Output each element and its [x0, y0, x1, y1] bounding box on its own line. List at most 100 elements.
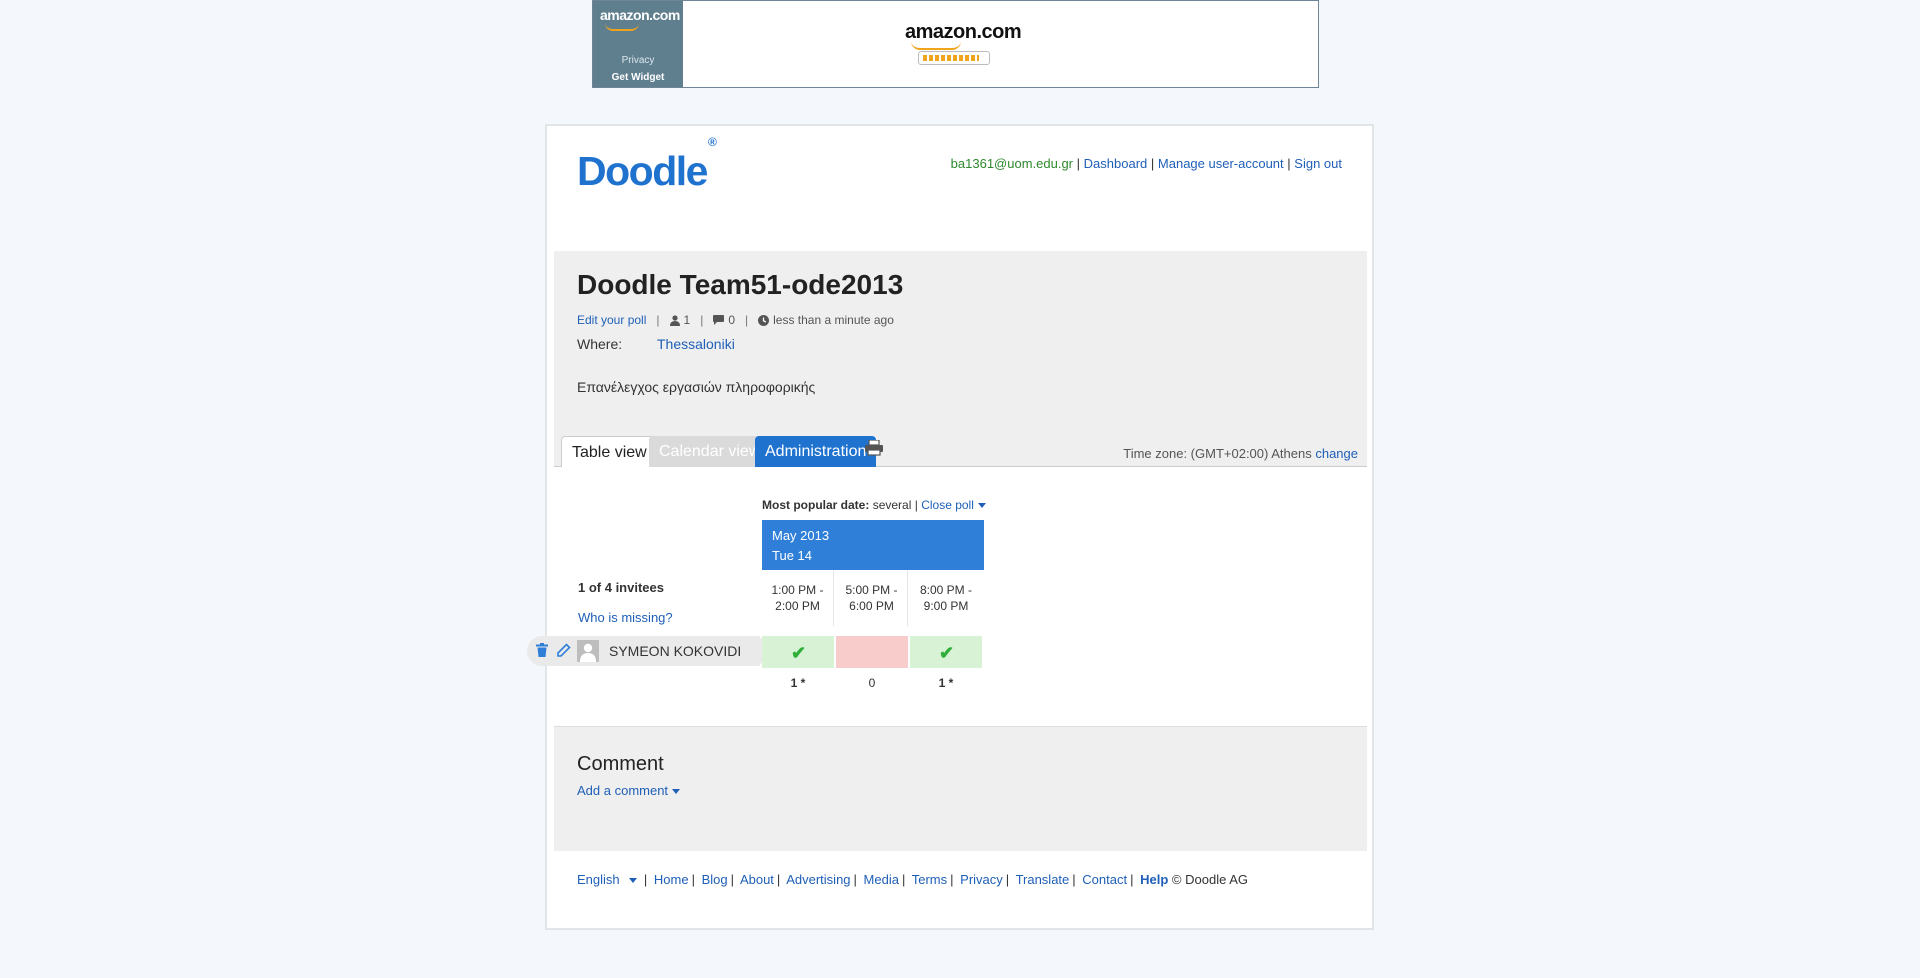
copyright: © Doodle AG — [1171, 872, 1248, 887]
footer-link-help[interactable]: Help — [1140, 872, 1168, 887]
chevron-down-icon — [629, 878, 638, 884]
footer-link-home[interactable]: Home — [654, 872, 689, 887]
footer-link-about[interactable]: About — [740, 872, 774, 887]
invitee-count: 1 of 4 invitees — [578, 580, 664, 595]
vote-count: 1 * — [938, 676, 954, 690]
amazon-widget-sidebar: amazon.com Privacy Get Widget — [593, 1, 683, 87]
user-email: ba1361@uom.edu.gr — [950, 156, 1074, 171]
vote-count: 0 — [868, 676, 876, 690]
doodle-logo-mark: ® — [707, 135, 717, 150]
time-slot: 1:00 PM - 2:00 PM — [762, 570, 834, 626]
popular-separator: | — [914, 498, 918, 512]
participant-icon — [669, 314, 680, 326]
trash-icon[interactable] — [536, 643, 548, 657]
time-slot-start: 5:00 PM - — [845, 583, 898, 597]
user-bar: ba1361@uom.edu.gr | Dashboard | Manage u… — [951, 156, 1342, 171]
amazon-widget[interactable]: amazon.com Privacy Get Widget amazon.com — [592, 0, 1319, 88]
avatar — [577, 640, 599, 662]
userbar-separator: | — [1150, 156, 1155, 171]
footer-separator: | — [643, 872, 648, 887]
footer-separator: | — [1005, 872, 1010, 887]
month-label: May 2013 — [772, 528, 830, 543]
participant-name: SYMEON KOKOVIDI — [609, 643, 742, 659]
amazon-get-widget-link[interactable]: Get Widget — [593, 72, 683, 83]
vote-cell-yes: ✔ — [910, 636, 982, 668]
footer-separator: | — [901, 872, 906, 887]
timezone-label: Time zone: (GMT+02:00) Athens — [1123, 446, 1312, 461]
participant-count: 1 — [683, 313, 691, 327]
amazon-smile-icon — [605, 23, 639, 31]
footer-link-blog[interactable]: Blog — [702, 872, 728, 887]
time-slot-end: 9:00 PM — [923, 599, 969, 613]
amazon-loading-fill — [923, 55, 979, 61]
footer-link-translate[interactable]: Translate — [1016, 872, 1070, 887]
vote-cell-yes: ✔ — [762, 636, 834, 668]
clock-icon — [758, 314, 770, 326]
tab-calendar-view[interactable]: Calendar view — [649, 436, 771, 467]
vote-count: 1 * — [790, 676, 806, 690]
tab-administration[interactable]: Administration — [755, 436, 877, 467]
comment-section: Comment Add a comment — [554, 726, 1367, 851]
user-avatar-icon — [580, 643, 596, 662]
dashboard-link[interactable]: Dashboard — [1084, 156, 1148, 171]
where-label: Where: — [577, 336, 623, 352]
meta-separator: | — [700, 313, 704, 327]
footer-separator: | — [730, 872, 735, 887]
comment-count: 0 — [728, 313, 735, 327]
meta-separator: | — [745, 313, 749, 327]
footer-link-contact[interactable]: Contact — [1082, 872, 1127, 887]
change-timezone-link[interactable]: change — [1315, 446, 1358, 461]
footer-link-media[interactable]: Media — [864, 872, 899, 887]
check-icon: ✔ — [791, 643, 807, 663]
amazon-side-logo: amazon.com — [600, 7, 680, 23]
timezone: Time zone: (GMT+02:00) Athens change — [1123, 446, 1358, 461]
time-slot-end: 6:00 PM — [849, 599, 894, 613]
add-comment-link[interactable]: Add a comment — [577, 783, 681, 798]
footer-separator: | — [853, 872, 857, 887]
time-slot-start: 1:00 PM - — [771, 583, 824, 597]
tab-table-view[interactable]: Table view — [561, 436, 658, 467]
pencil-icon[interactable] — [557, 643, 571, 657]
location-link[interactable]: Thessaloniki — [657, 336, 735, 352]
footer-link-privacy[interactable]: Privacy — [960, 872, 1003, 887]
who-is-missing-link[interactable]: Who is missing? — [578, 610, 673, 625]
sign-out-link[interactable]: Sign out — [1294, 156, 1342, 171]
chevron-down-icon — [977, 503, 986, 509]
date-header: May 2013 Tue 14 — [762, 520, 984, 570]
footer-link-terms[interactable]: Terms — [912, 872, 947, 887]
chevron-down-icon — [672, 789, 681, 795]
poll-location: Where: Thessaloniki — [577, 336, 735, 352]
poll-time-ago: less than a minute ago — [773, 313, 894, 327]
time-slot-start: 8:00 PM - — [919, 583, 973, 597]
comment-icon — [713, 315, 725, 325]
doodle-logo-text: Doodle — [577, 148, 708, 194]
footer-link-advertising[interactable]: Advertising — [786, 872, 850, 887]
language-label: English — [577, 872, 620, 887]
footer-separator: | — [950, 872, 954, 887]
check-icon: ✔ — [939, 643, 955, 663]
participant-row: SYMEON KOKOVIDI — [527, 636, 771, 666]
comment-title: Comment — [577, 753, 664, 775]
poll-description: Επανέλεγχος εργασιών πληροφορικής — [577, 379, 816, 395]
vote-cell-no — [836, 636, 908, 668]
time-slot: 5:00 PM - 6:00 PM — [836, 570, 908, 626]
amazon-loading-bar — [918, 51, 990, 65]
manage-account-link[interactable]: Manage user-account — [1158, 156, 1284, 171]
close-poll-label: Close poll — [921, 498, 974, 512]
amazon-privacy-link[interactable]: Privacy — [593, 55, 683, 66]
print-icon[interactable] — [864, 440, 884, 456]
footer: English | Home | Blog | About | Advertising… — [577, 872, 1248, 887]
time-slot: 8:00 PM - 9:00 PM — [910, 570, 982, 626]
close-poll-menu[interactable]: Close poll — [921, 498, 986, 512]
poll-meta: Edit your poll | 1 | 0 | less than a min… — [577, 313, 894, 327]
doodle-logo[interactable]: Doodle® — [577, 135, 717, 195]
popular-value: several — [872, 498, 912, 512]
footer-separator: | — [1072, 872, 1076, 887]
edit-poll-link[interactable]: Edit your poll — [577, 313, 646, 327]
time-slot-end: 2:00 PM — [775, 599, 820, 613]
language-selector[interactable]: English — [577, 872, 638, 887]
time-slots: 1:00 PM - 2:00 PM 5:00 PM - 6:00 PM 8:00 P… — [762, 570, 984, 626]
most-popular-date: Most popular date: several | Close poll — [762, 498, 986, 512]
amazon-main-smile-icon — [911, 41, 961, 50]
popular-label: Most popular date: — [762, 498, 870, 512]
